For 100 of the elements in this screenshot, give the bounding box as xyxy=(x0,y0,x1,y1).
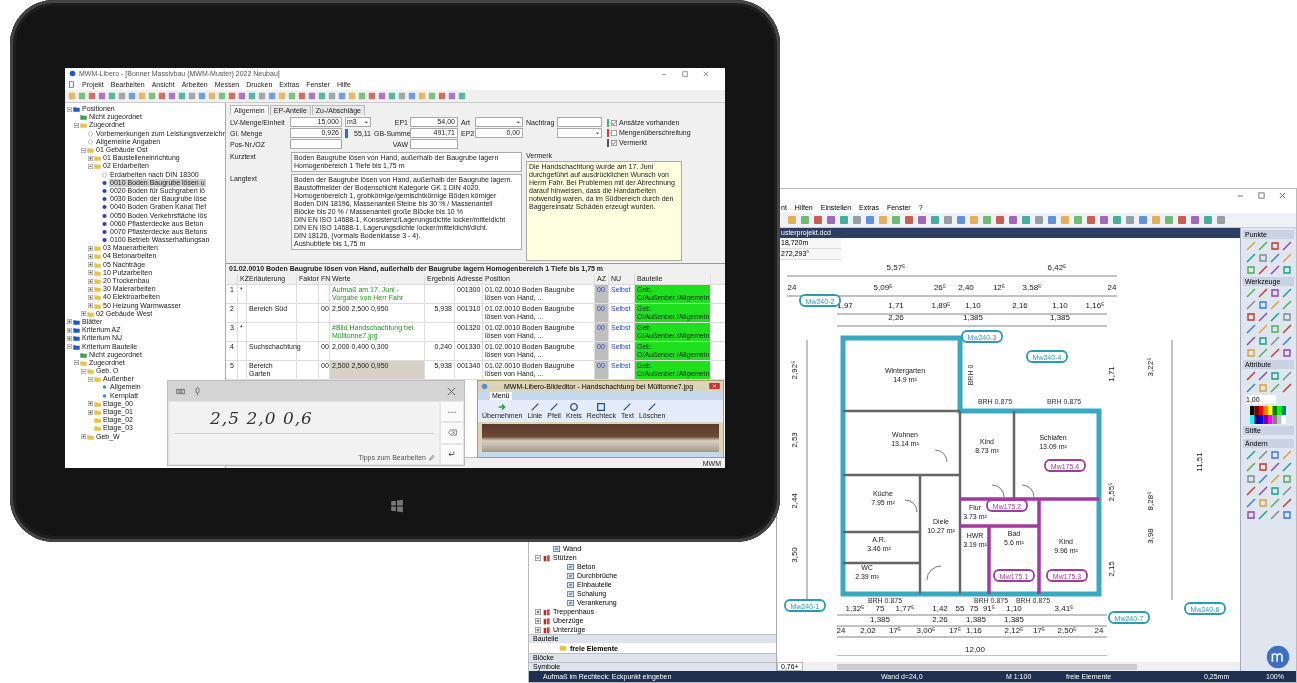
expander-icon[interactable] xyxy=(535,626,541,633)
expander-icon[interactable] xyxy=(88,163,93,169)
expander-icon[interactable] xyxy=(88,294,93,300)
checkbox[interactable] xyxy=(611,129,617,136)
dimension-label: 91⁵ xyxy=(982,604,996,613)
dimension-label: 1,71 xyxy=(888,301,904,310)
expander-icon[interactable] xyxy=(88,286,93,292)
dimension-label: 1,385 xyxy=(1050,313,1070,322)
close-icon[interactable] xyxy=(1279,191,1286,199)
dimension-label: 24 xyxy=(1094,626,1104,635)
expander-icon[interactable] xyxy=(88,270,93,276)
line-icon xyxy=(622,402,633,412)
expander-icon[interactable] xyxy=(88,262,93,268)
expander-icon[interactable] xyxy=(74,360,79,366)
expander-icon[interactable] xyxy=(81,311,86,317)
checkbox[interactable] xyxy=(611,139,617,146)
backspace-icon xyxy=(447,429,457,437)
app-icon xyxy=(69,70,76,77)
dimension-label: 2,15 xyxy=(1107,561,1116,577)
expander-icon[interactable] xyxy=(88,303,93,309)
app-icon xyxy=(481,382,488,390)
line-icon xyxy=(529,402,540,412)
dimension-label: 3,00⁵ xyxy=(916,626,936,635)
dimension-label: 8,28⁵ xyxy=(1146,491,1155,511)
dimension-label: 1,32⁵ xyxy=(845,604,865,613)
close-icon[interactable] xyxy=(709,383,720,389)
dimension-label: 5,57⁵ xyxy=(886,263,906,272)
expander-icon[interactable] xyxy=(88,409,93,415)
dimension-label: 3,50 xyxy=(790,547,799,563)
dimension-label: 1,385 xyxy=(966,615,986,624)
dimension-label: 2,50⁵ xyxy=(1057,626,1077,635)
dimension-label: 1,42 xyxy=(932,604,948,613)
wall-element-icon xyxy=(553,544,561,553)
scrollbar-thumb[interactable] xyxy=(836,663,1137,670)
pen-icon xyxy=(428,454,435,461)
folder-icon xyxy=(559,644,567,652)
dimension-label: 2,55⁵ xyxy=(1107,482,1116,502)
handwritten-ink: 2,5 2,0 0,6 xyxy=(209,407,314,428)
expander-icon[interactable] xyxy=(88,245,93,251)
dimension-label: 1,385 xyxy=(963,313,983,322)
dimension-label: 2,16 xyxy=(1012,301,1028,310)
expander-icon[interactable] xyxy=(88,278,93,284)
dimension-label: 2,44 xyxy=(790,493,799,509)
dimension-label: 3,41⁵ xyxy=(1054,604,1074,613)
dimension-label: 3,22⁵ xyxy=(1146,357,1155,377)
dimension-label: 2,26 xyxy=(888,313,904,322)
dimension-label: 11,51 xyxy=(1195,452,1204,472)
keyboard-icon[interactable] xyxy=(176,386,185,396)
expander-icon[interactable] xyxy=(74,122,79,128)
close-icon[interactable] xyxy=(703,70,709,77)
dimension-label: 75 xyxy=(875,604,885,613)
expander-icon[interactable] xyxy=(535,554,541,561)
dimension-label: 55 xyxy=(955,604,965,613)
input-field[interactable] xyxy=(557,117,602,127)
expander-icon[interactable] xyxy=(81,147,86,153)
dimension-label: 2,26 xyxy=(932,615,948,624)
microphone-icon[interactable] xyxy=(193,386,202,396)
input-field[interactable] xyxy=(290,139,342,149)
expander-icon[interactable] xyxy=(81,434,86,440)
enter-button[interactable]: ↵ xyxy=(441,444,463,464)
dimension-label: 12,00 xyxy=(965,645,985,654)
expander-icon[interactable] xyxy=(88,401,93,407)
input-field[interactable] xyxy=(410,139,458,149)
dropdown[interactable] xyxy=(557,128,602,138)
dimension-label: 24 xyxy=(1107,283,1117,292)
dimension-label: 6,42⁵ xyxy=(1047,263,1067,272)
dimension-label: 24 xyxy=(787,283,797,292)
dropdown[interactable] xyxy=(475,117,523,127)
dimension-label: 17⁵ xyxy=(1032,626,1046,635)
maximize-icon[interactable] xyxy=(1258,191,1265,199)
more-button[interactable]: ⋯ xyxy=(441,402,463,422)
expander-icon[interactable] xyxy=(535,608,541,615)
checkbox[interactable] xyxy=(611,119,617,126)
expander-icon[interactable] xyxy=(88,376,93,382)
expander-icon[interactable] xyxy=(535,617,541,624)
expander-icon[interactable] xyxy=(67,106,72,112)
windows-logo-icon[interactable] xyxy=(390,499,404,513)
expander-icon[interactable] xyxy=(88,253,93,259)
backspace-button[interactable] xyxy=(441,423,463,443)
caret-icon xyxy=(595,130,600,136)
dimension-label: 1,77⁵ xyxy=(895,604,915,613)
maximize-icon[interactable] xyxy=(682,70,688,77)
close-icon[interactable] xyxy=(447,386,456,396)
expander-icon[interactable] xyxy=(67,327,72,333)
caret-icon xyxy=(516,119,521,125)
expander-icon[interactable] xyxy=(67,319,72,325)
dimension-label: 1,385 xyxy=(1004,615,1024,624)
arrow-icon xyxy=(497,402,508,412)
books-icon xyxy=(543,553,551,562)
dimension-label: 3,98 xyxy=(1146,528,1155,544)
dimension-label: 24 xyxy=(836,626,846,635)
expander-icon[interactable] xyxy=(88,155,93,161)
gear-icon xyxy=(101,171,108,178)
dimension-label: 1,16⁵ xyxy=(1085,301,1105,310)
dimension-label: 1,16 xyxy=(966,626,982,635)
expander-icon[interactable] xyxy=(81,368,86,374)
expander-icon[interactable] xyxy=(67,335,72,341)
expander-icon[interactable] xyxy=(67,344,72,350)
dimension-label: 3,58⁵ xyxy=(1022,283,1042,292)
dimension-label: 2,53 xyxy=(790,432,799,448)
